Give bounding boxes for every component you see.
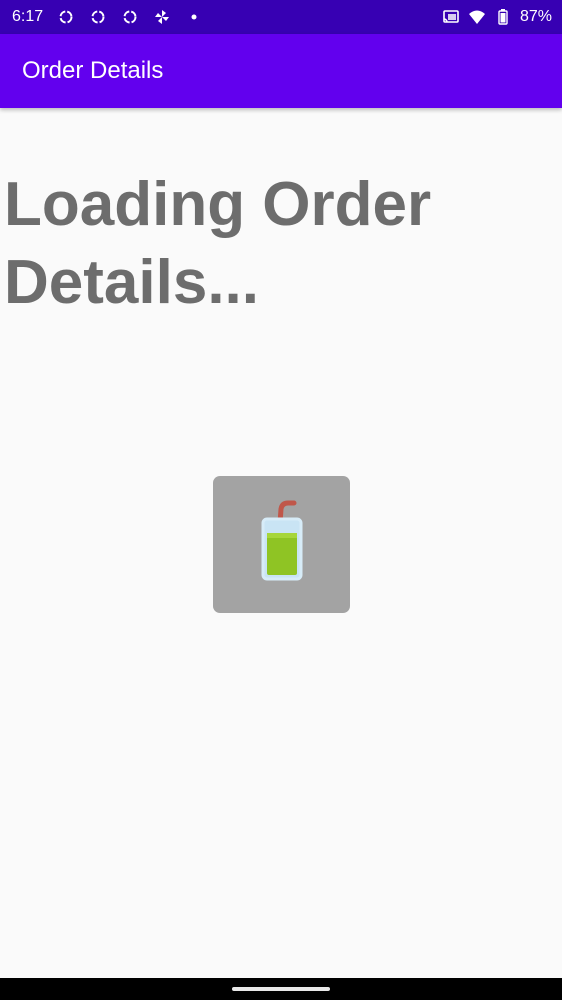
navigation-bar [0, 978, 562, 1000]
loading-heading: Loading Order Details... [4, 170, 432, 317]
sync-icon [57, 8, 75, 26]
home-gesture-handle[interactable] [232, 987, 330, 991]
battery-percent: 87% [519, 8, 552, 25]
battery-icon [494, 8, 512, 26]
cast-icon [442, 8, 460, 26]
status-bar: 6:17 87% [0, 0, 562, 34]
page-title: Order Details [22, 57, 164, 84]
app-bar: Order Details [0, 34, 562, 108]
status-left: 6:17 [12, 8, 203, 26]
sync-icon [89, 8, 107, 26]
wifi-icon [468, 8, 486, 26]
loading-image [213, 476, 350, 613]
status-time: 6:17 [12, 8, 44, 25]
sync-icon [121, 8, 139, 26]
status-right: 87% [442, 8, 552, 26]
pinwheel-icon [153, 8, 171, 26]
dot-icon [185, 8, 203, 26]
smoothie-cup-icon [252, 497, 312, 592]
